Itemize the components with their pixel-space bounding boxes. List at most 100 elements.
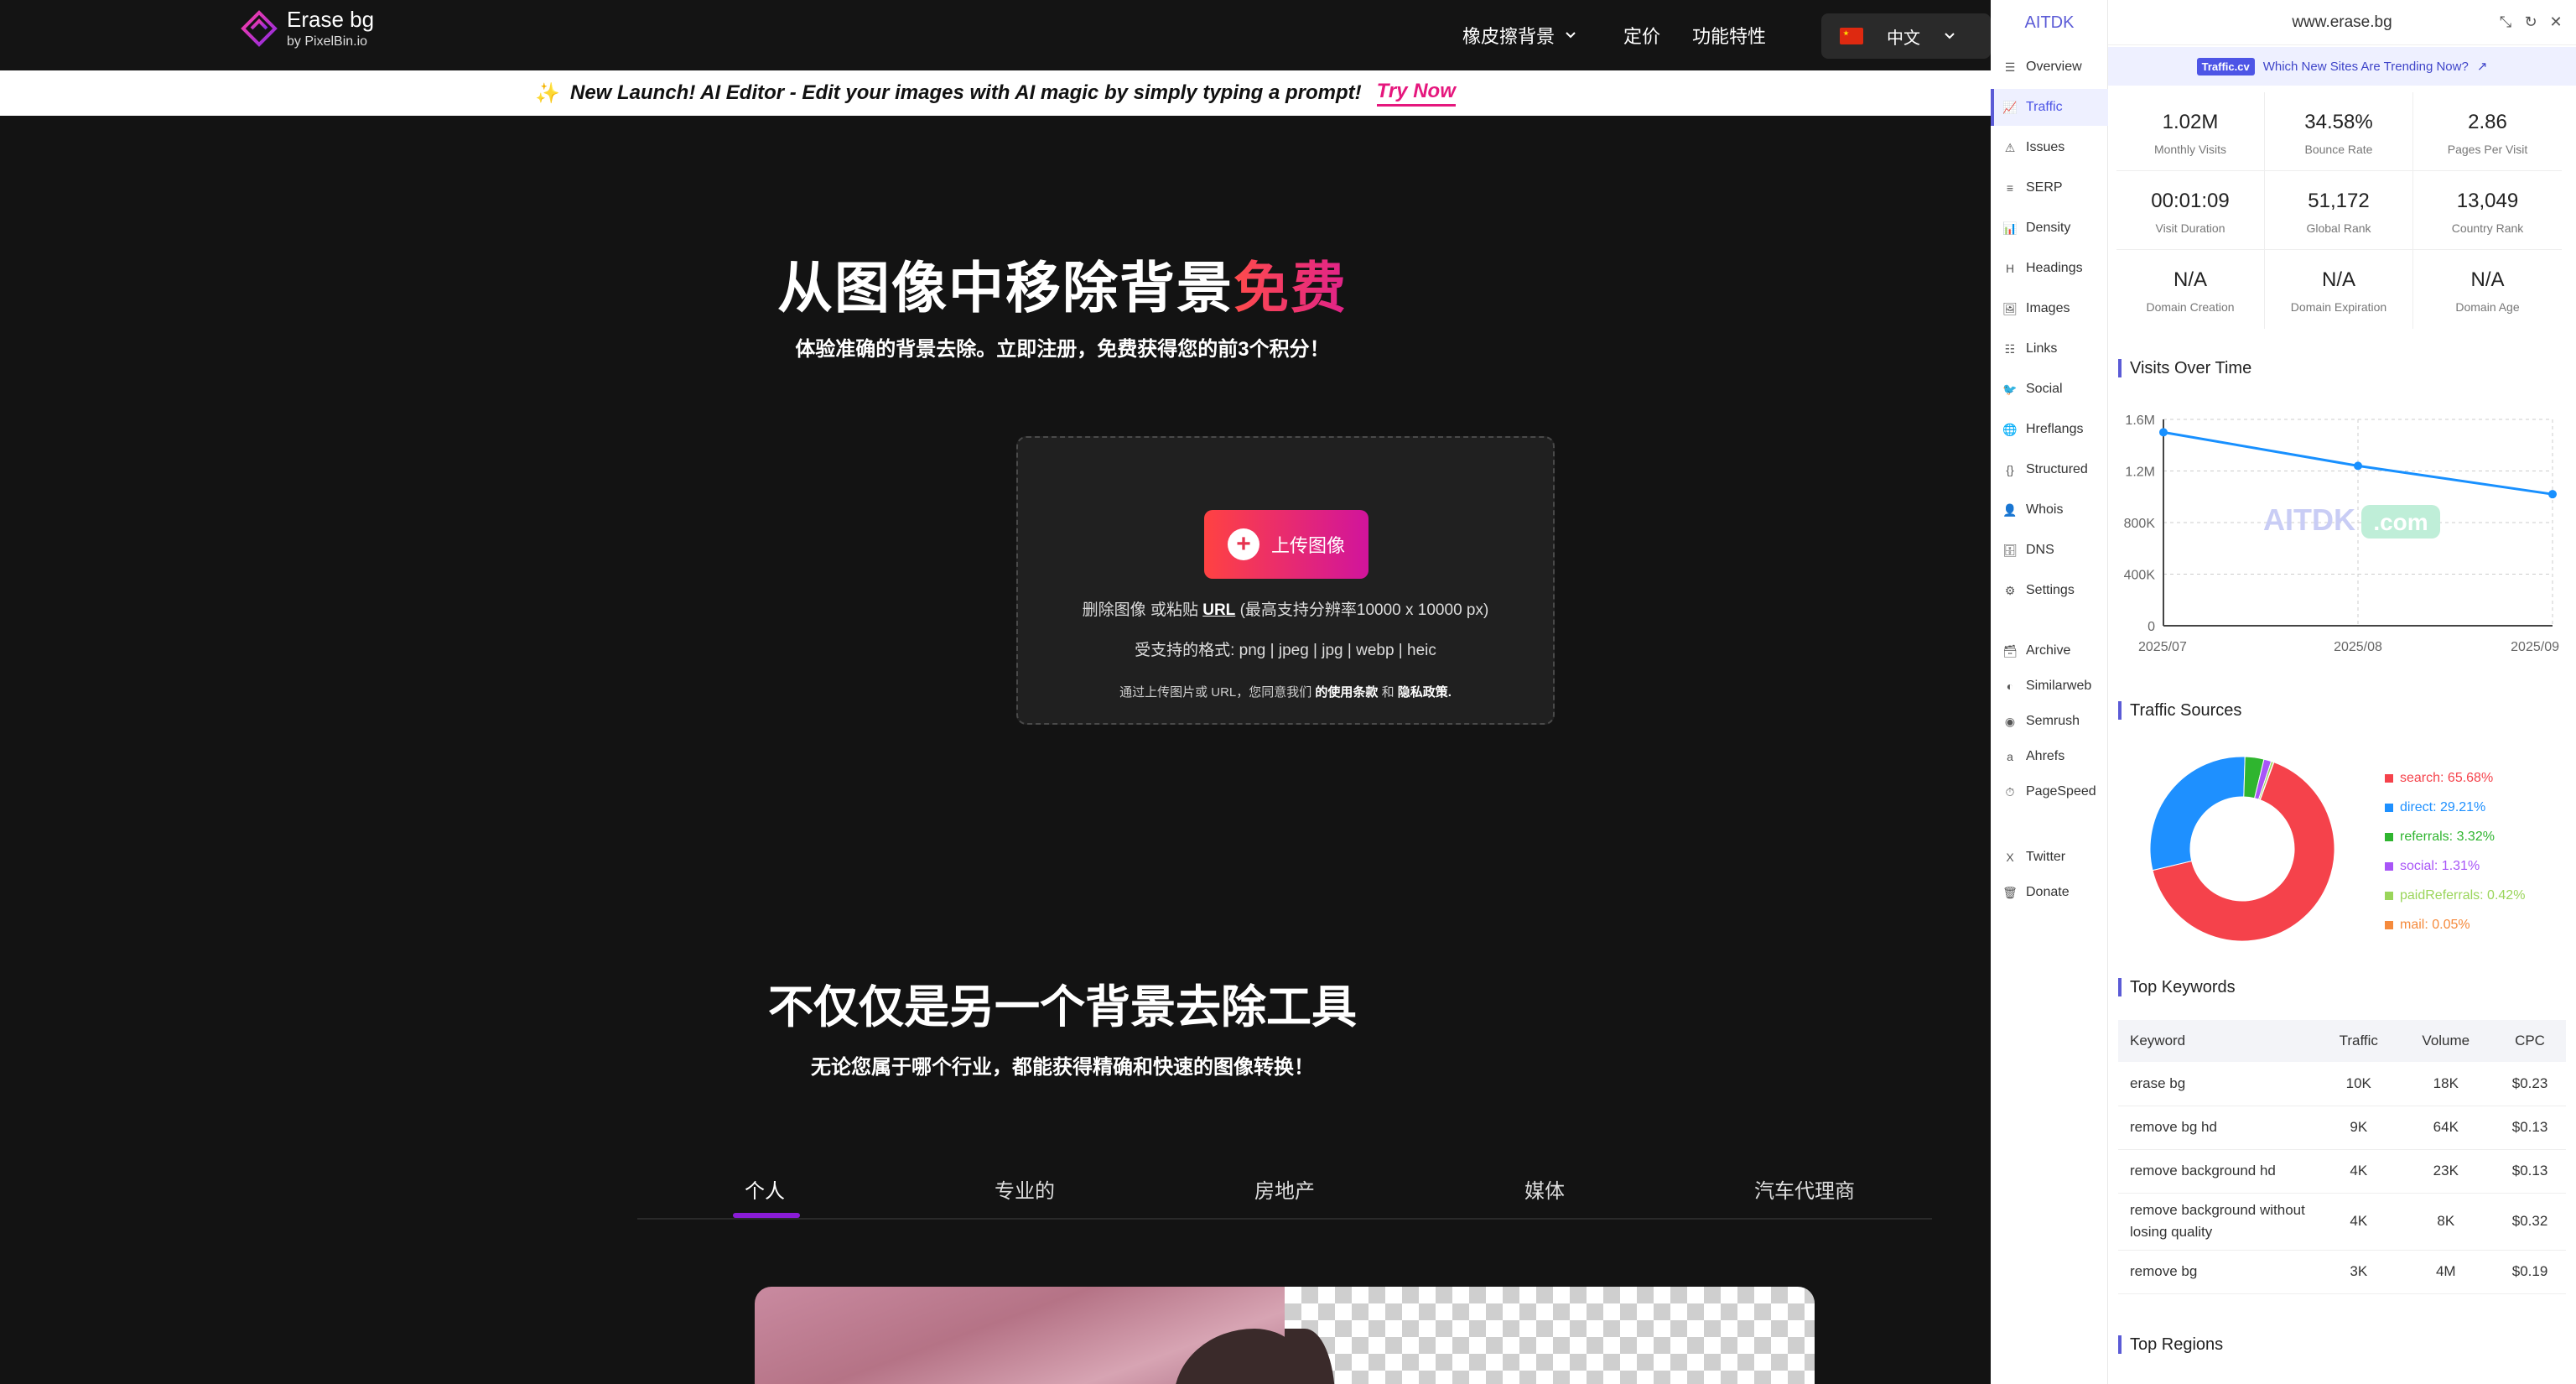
sidebar-item-twitter[interactable]: X Twitter [1991,839,2108,876]
sidebar-item-issues[interactable]: ⚠ Issues [1991,129,2108,166]
traffic-sources-donut [2149,756,2335,942]
language-selector[interactable]: 中文 [1821,13,1991,59]
sidebar-item-dns[interactable]: 🗄 DNS [1991,532,2108,569]
keyword-cell: 4K [2319,1149,2398,1194]
close-icon[interactable]: ✕ [2547,13,2564,30]
tab-professional[interactable]: 专业的 [995,1174,1055,1204]
legend-item-mail[interactable]: mail: 0.05% [2385,910,2525,939]
legend-label: social: 1.31% [2400,858,2480,873]
paste-url-link[interactable]: URL [1202,601,1235,619]
upload-dropzone[interactable]: + 上传图像 删除图像 或粘贴 URL (最高支持分辨率10000 x 1000… [1016,436,1555,725]
sidebar-item-serp[interactable]: ≡ SERP [1991,169,2108,206]
keyword-column-header: Keyword [2118,1020,2319,1062]
table-row: remove bg 3K 4M $0.19 [2118,1250,2566,1294]
promo-tag: Traffic.cv [2196,57,2255,75]
traffic-sources-legend: search: 65.68% direct: 29.21% referrals: 3… [2385,763,2525,939]
industry-tabs: 个人 专业的 房地产 媒体 汽车代理商 [637,1166,1932,1220]
stat-label: Monthly Visits [2153,143,2227,156]
sidebar-item-ahrefs[interactable]: a Ahrefs [1991,738,2108,775]
terms-of-use-link[interactable]: 的使用条款 [1315,685,1378,700]
sidebar-item-semrush[interactable]: ◉ Semrush [1991,703,2108,740]
sidebar-item-structured[interactable]: {} Structured [1991,451,2108,488]
sidebar-item-label: Hreflangs [2026,422,2084,436]
nav-pricing[interactable]: 定价 [1623,22,1660,49]
sidebar-item-similarweb[interactable]: ◐ Similarweb [1991,668,2108,705]
stat-value: N/A [2173,268,2207,291]
sidebar-item-traffic[interactable]: 📈 Traffic [1991,89,2108,126]
tab-personal[interactable]: 个人 [745,1174,785,1204]
hero-title-accent: 免费 [1233,257,1348,319]
try-now-link[interactable]: Try Now [1376,80,1456,107]
donate-icon: 🗑 [2002,885,2018,899]
promo-bar[interactable]: Traffic.cv Which New Sites Are Trending … [2108,47,2576,86]
sidebar-item-settings[interactable]: ⚙ Settings [1991,572,2108,609]
traffic-icon: 📈 [2002,100,2018,114]
tab-media[interactable]: 媒体 [1524,1174,1565,1204]
sidebar-item-links[interactable]: ☷ Links [1991,330,2108,367]
legend-item-paidreferrals[interactable]: paidReferrals: 0.42% [2385,881,2525,910]
legend-swatch [2385,773,2393,783]
legend-swatch [2385,861,2393,871]
stat-value: 13,049 [2456,190,2519,212]
issues-icon: ⚠ [2004,140,2016,154]
terms-text: 通过上传图片或 URL，您同意我们 [1119,685,1316,700]
refresh-icon[interactable]: ↻ [2522,13,2539,30]
sidebar-item-density[interactable]: 📊 Density [1991,210,2108,247]
nav-features[interactable]: 功能特性 [1692,22,1766,49]
legend-label: direct: 29.21% [2400,799,2486,814]
collapse-icon[interactable]: ⤡ [2497,13,2514,30]
nav-eraser-background[interactable]: 橡皮擦背景 [1462,22,1576,49]
ahrefs-icon: a [2007,750,2013,763]
visits-data-point [2159,428,2168,437]
sidebar-item-overview[interactable]: ☰ Overview [1991,49,2108,86]
legend-item-referrals[interactable]: referrals: 3.32% [2385,822,2525,851]
sidebar-item-label: Structured [2026,462,2088,476]
logo[interactable]: Erase bg by PixelBin.io [240,8,374,49]
keyword-cell: remove background without losing quality [2118,1193,2319,1251]
sidebar-item-social[interactable]: 🐦 Social [1991,371,2108,408]
sidebar-item-label: Social [2026,382,2063,396]
legend-item-direct[interactable]: direct: 29.21% [2385,793,2525,822]
sidebar-item-archive[interactable]: 🗃 Archive [1991,632,2108,669]
stat-domain-expiration: N/A Domain Expiration [2265,250,2413,329]
sidebar-item-pagespeed[interactable]: ⏱ PageSpeed [1991,773,2108,810]
sidebar-item-images[interactable]: 🖼 Images [1991,290,2108,327]
legend-item-search[interactable]: search: 65.68% [2385,763,2525,793]
language-label: 中文 [1887,29,1920,48]
stat-label: Domain Age [2455,300,2520,314]
twitter-icon: X [2006,851,2014,864]
stat-monthly-visits: 1.02M Monthly Visits [2116,92,2265,171]
keyword-column-header: Volume [2397,1020,2495,1062]
sidebar-item-whois[interactable]: 👤 Whois [1991,492,2108,528]
keyword-cell: remove background hd [2118,1149,2319,1194]
sidebar-item-label: Donate [2026,885,2070,899]
stat-label: Domain Creation [2146,300,2235,314]
sidebar-item-label: PageSpeed [2026,784,2096,799]
tab-real-estate[interactable]: 房地产 [1254,1174,1315,1204]
sidebar-item-label: Images [2026,301,2070,315]
sidebar-item-label: Density [2026,221,2071,235]
hero-subtitle: 体验准确的背景去除。立即注册，免费获得您的前3个积分！ [795,338,1330,361]
links-icon: ☷ [2004,341,2016,356]
sidebar-item-label: Whois [2026,502,2064,517]
upload-instruction-text: 删除图像 或粘贴 [1082,601,1203,619]
stat-label: Country Rank [2451,221,2524,235]
legend-item-social[interactable]: social: 1.31% [2385,851,2525,881]
sidebar-item-headings[interactable]: H Headings [1991,250,2108,287]
y-tick-label: 1.2M [2125,466,2155,480]
stat-label: Domain Expiration [2290,300,2387,314]
keyword-cell: $0.13 [2494,1149,2566,1194]
slice-direct[interactable] [2149,756,2246,872]
sidebar-item-hreflangs[interactable]: 🌐 Hreflangs [1991,411,2108,448]
upload-image-button[interactable]: + 上传图像 [1204,510,1368,579]
settings-icon: ⚙ [2004,583,2016,597]
tab-car-dealers[interactable]: 汽车代理商 [1754,1174,1855,1204]
y-tick-label: 0 [2148,620,2155,634]
serp-icon: ≡ [2006,181,2014,195]
logo-title: Erase bg [287,7,375,32]
privacy-policy-link[interactable]: 隐私政策. [1398,685,1452,700]
extension-brand[interactable]: AITDK [1991,13,2108,33]
before-after-preview[interactable] [755,1287,1815,1384]
stat-domain-age: N/A Domain Age [2413,250,2562,329]
sidebar-item-donate[interactable]: 🗑 Donate [1991,874,2108,911]
